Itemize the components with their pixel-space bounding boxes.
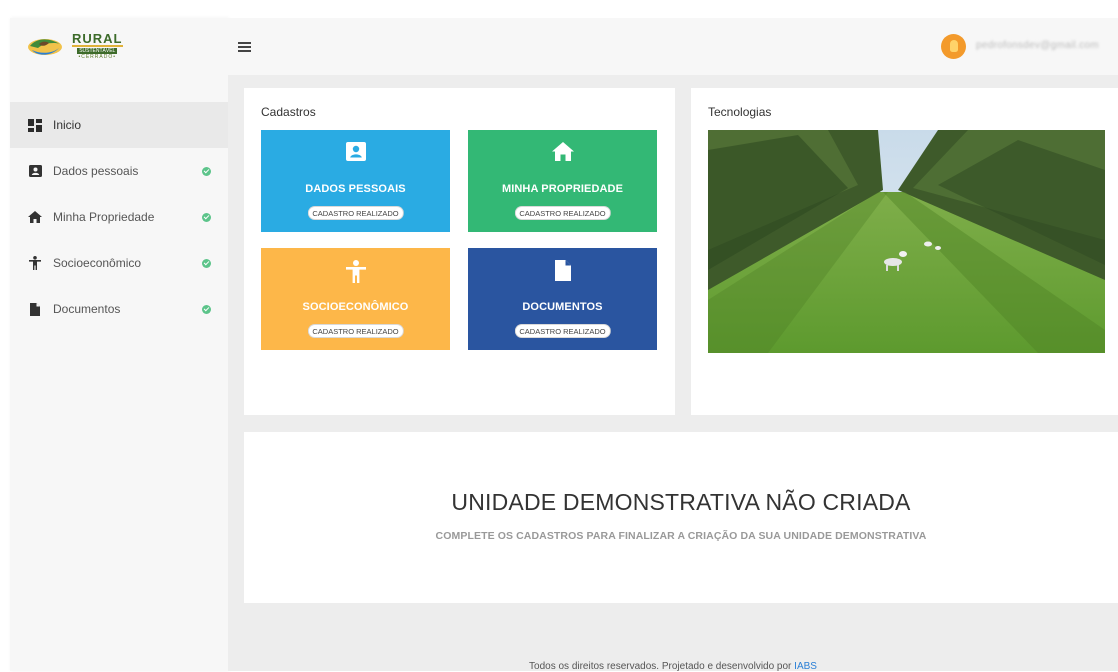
cadastros-panel: Cadastros DADOS PESSOAIS CADASTRO REALIZ…: [244, 88, 675, 415]
home-icon: [468, 142, 657, 161]
logo-text: RURAL SUSTENTÁVEL •CERRADO•: [72, 31, 123, 60]
sidebar-item-documentos[interactable]: Documentos: [10, 286, 228, 332]
tile-documentos[interactable]: DOCUMENTOS CADASTRO REALIZADO: [468, 248, 657, 350]
demo-unit-panel: UNIDADE DEMONSTRATIVA NÃO CRIADA COMPLET…: [244, 432, 1118, 603]
status-badge: CADASTRO REALIZADO: [307, 206, 404, 220]
brand-logo[interactable]: RURAL SUSTENTÁVEL •CERRADO•: [10, 18, 228, 75]
person-icon: [261, 260, 450, 283]
user-email[interactable]: pedrofonsdev@gmail.com: [976, 40, 1099, 51]
brand-name: RURAL: [72, 31, 123, 47]
sidebar-item-socioeconomico[interactable]: Socioeconômico: [10, 240, 228, 286]
tile-title: MINHA PROPRIEDADE: [501, 183, 624, 195]
main-content: Cadastros DADOS PESSOAIS CADASTRO REALIZ…: [228, 75, 1118, 672]
sidebar-nav: Inicio Dados pessoais Minha Propriedade: [10, 102, 228, 332]
id-card-icon: [27, 163, 43, 179]
tile-title: SOCIOECONÔMICO: [302, 301, 409, 313]
panel-title: Cadastros: [261, 105, 316, 119]
check-icon: [202, 167, 211, 176]
sidebar-item-label: Inicio: [53, 118, 82, 132]
logo-mark-icon: [28, 38, 62, 55]
brand-region: •CERRADO•: [78, 54, 116, 60]
tile-dados-pessoais[interactable]: DADOS PESSOAIS CADASTRO REALIZADO: [261, 130, 450, 232]
tile-socioeconomico[interactable]: SOCIOECONÔMICO CADASTRO REALIZADO: [261, 248, 450, 350]
sidebar-item-minha-propriedade[interactable]: Minha Propriedade: [10, 194, 228, 240]
sidebar-item-label: Dados pessoais: [53, 164, 139, 178]
tile-title: DADOS PESSOAIS: [305, 183, 406, 195]
tile-title: DOCUMENTOS: [522, 301, 603, 313]
sidebar-item-label: Socioeconômico: [53, 256, 142, 270]
tile-minha-propriedade[interactable]: MINHA PROPRIEDADE CADASTRO REALIZADO: [468, 130, 657, 232]
check-icon: [202, 213, 211, 222]
dashboard-icon: [27, 117, 43, 133]
footer: Todos os direitos reservados. Projetado …: [228, 661, 1118, 672]
panel-title: Tecnologias: [708, 105, 772, 119]
sidebar: RURAL SUSTENTÁVEL •CERRADO• Inicio Dados…: [10, 18, 228, 671]
topbar: pedrofonsdev@gmail.com: [228, 18, 1118, 75]
id-card-icon: [261, 142, 450, 161]
status-badge: CADASTRO REALIZADO: [514, 324, 611, 338]
document-icon: [468, 260, 657, 281]
sidebar-item-inicio[interactable]: Inicio: [10, 102, 228, 148]
hamburger-icon[interactable]: [238, 42, 251, 52]
status-badge: CADASTRO REALIZADO: [514, 206, 611, 220]
avatar[interactable]: [941, 34, 966, 59]
demo-subtitle: COMPLETE OS CADASTROS PARA FINALIZAR A C…: [435, 530, 927, 542]
home-icon: [27, 209, 43, 225]
footer-text: Todos os direitos reservados. Projetado …: [529, 661, 795, 672]
check-icon: [202, 259, 211, 268]
sidebar-item-dados-pessoais[interactable]: Dados pessoais: [10, 148, 228, 194]
check-icon: [202, 305, 211, 314]
app-root: RURAL SUSTENTÁVEL •CERRADO• Inicio Dados…: [0, 0, 1118, 672]
sidebar-item-label: Minha Propriedade: [53, 210, 155, 224]
footer-link[interactable]: IABS: [794, 661, 817, 672]
tecnologias-panel: Tecnologias: [691, 88, 1118, 415]
person-icon: [27, 255, 43, 271]
demo-title: UNIDADE DEMONSTRATIVA NÃO CRIADA: [451, 489, 911, 515]
technology-image[interactable]: [708, 130, 1105, 353]
sidebar-item-label: Documentos: [53, 302, 121, 316]
status-badge: CADASTRO REALIZADO: [307, 324, 404, 338]
document-icon: [27, 301, 43, 317]
